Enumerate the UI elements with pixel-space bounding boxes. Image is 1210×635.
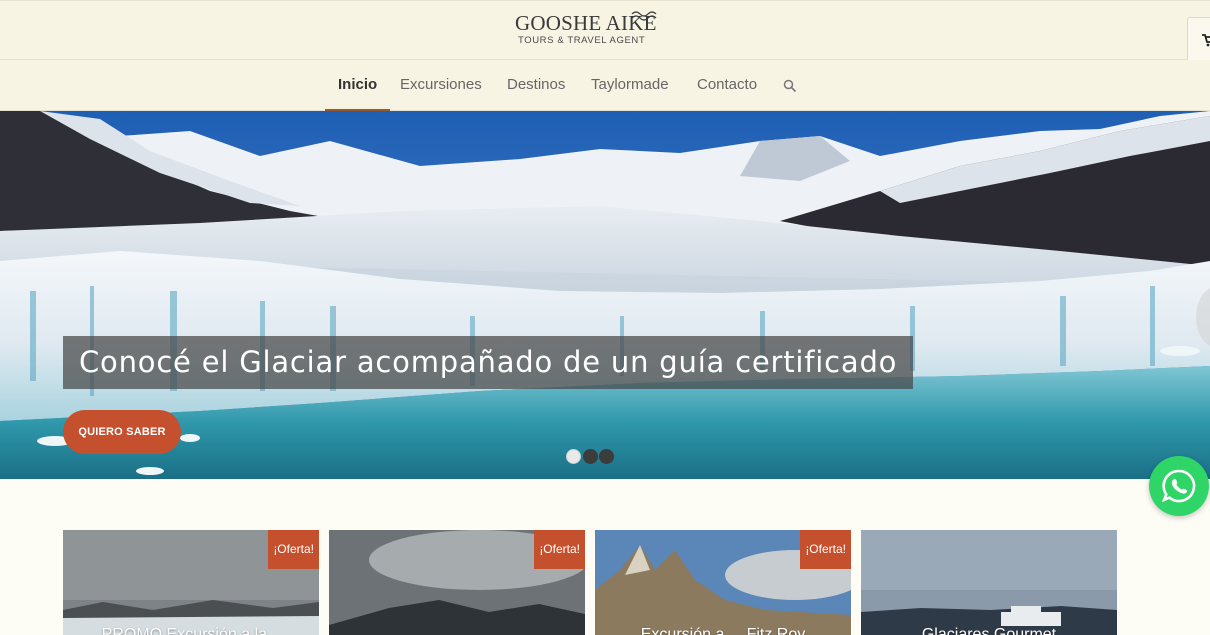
oferta-badge: ¡Oferta! bbox=[268, 530, 319, 569]
product-card-3[interactable]: ¡Oferta! Excursión a ... Fitz Roy bbox=[595, 530, 851, 635]
product-card-2[interactable]: ¡Oferta! bbox=[329, 530, 585, 635]
product-card-4[interactable]: Glaciares Gourmet bbox=[861, 530, 1117, 635]
oferta-badge: ¡Oferta! bbox=[800, 530, 851, 569]
whatsapp-button[interactable] bbox=[1149, 456, 1209, 516]
glacier-image bbox=[0, 111, 1210, 479]
product-title-3: Excursión a ... Fitz Roy bbox=[640, 626, 806, 635]
hero-caption: Conocé el Glaciar acompañado de un guía … bbox=[63, 336, 914, 389]
product-title-1: PROMO Excursión a la... bbox=[101, 626, 281, 635]
nav-item-excursiones[interactable]: Excursiones bbox=[387, 60, 495, 110]
slide-dot-3[interactable] bbox=[599, 449, 614, 464]
whatsapp-icon bbox=[1162, 469, 1196, 503]
logo-tagline: TOURS & TRAVEL AGENT bbox=[518, 35, 646, 46]
cart-icon bbox=[1202, 34, 1210, 47]
oferta-badge: ¡Oferta! bbox=[534, 530, 585, 569]
search-icon bbox=[783, 79, 797, 93]
cart-button[interactable] bbox=[1187, 17, 1210, 63]
product-title-4: Glaciares Gourmet bbox=[921, 626, 1057, 635]
wave-icon bbox=[631, 11, 657, 21]
site-logo[interactable]: GOOSHE AIKE TOURS & TRAVEL AGENT bbox=[515, 11, 665, 53]
product-card-1[interactable]: ¡Oferta! PROMO Excursión a la... bbox=[63, 530, 319, 635]
site-header: GOOSHE AIKE TOURS & TRAVEL AGENT bbox=[0, 0, 1210, 63]
quiero-saber-button[interactable]: QUIERO SABER bbox=[63, 410, 181, 454]
nav-search-button[interactable] bbox=[776, 78, 804, 94]
nav-item-taylormade[interactable]: Taylormade bbox=[578, 60, 682, 110]
hero-slider: Conocé el Glaciar acompañado de un guía … bbox=[0, 111, 1210, 479]
slide-dot-1[interactable] bbox=[566, 449, 581, 464]
nav-item-destinos[interactable]: Destinos bbox=[494, 60, 578, 110]
nav-item-inicio[interactable]: Inicio bbox=[325, 60, 391, 111]
product-image-4 bbox=[861, 530, 1117, 635]
nav-item-contacto[interactable]: Contacto bbox=[684, 60, 770, 110]
main-navigation: Inicio Excursiones Destinos Taylormade C… bbox=[0, 60, 1210, 111]
slide-dot-2[interactable] bbox=[583, 449, 598, 464]
